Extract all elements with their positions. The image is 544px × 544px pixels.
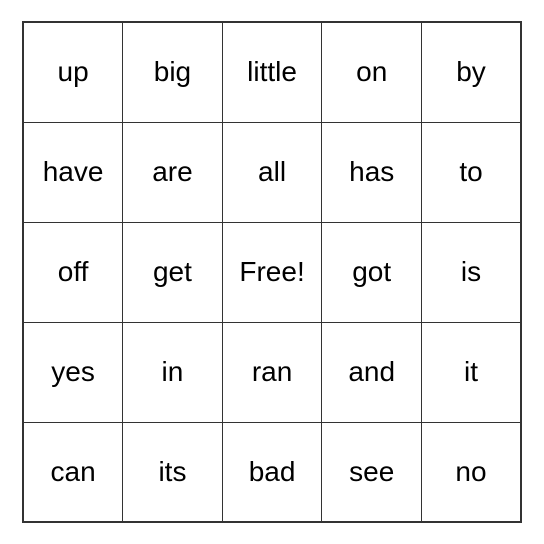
cell-1-3[interactable]: has [322, 122, 422, 222]
cell-3-4[interactable]: it [422, 322, 522, 422]
cell-0-4[interactable]: by [422, 22, 522, 122]
cell-4-4[interactable]: no [422, 422, 522, 522]
cell-2-0[interactable]: off [23, 222, 123, 322]
cell-3-1[interactable]: in [123, 322, 223, 422]
bingo-card: upbiglittleonby haveareallhasto offgetFree… [22, 21, 522, 523]
cell-0-0[interactable]: up [23, 22, 123, 122]
cell-0-3[interactable]: on [322, 22, 422, 122]
cell-3-2[interactable]: ran [222, 322, 322, 422]
cell-4-3[interactable]: see [322, 422, 422, 522]
cell-4-1[interactable]: its [123, 422, 223, 522]
cell-1-0[interactable]: have [23, 122, 123, 222]
cell-3-3[interactable]: and [322, 322, 422, 422]
cell-2-3[interactable]: got [322, 222, 422, 322]
cell-1-4[interactable]: to [422, 122, 522, 222]
cell-2-4[interactable]: is [422, 222, 522, 322]
cell-1-1[interactable]: are [123, 122, 223, 222]
cell-0-2[interactable]: little [222, 22, 322, 122]
cell-2-2[interactable]: Free! [222, 222, 322, 322]
cell-0-1[interactable]: big [123, 22, 223, 122]
cell-4-2[interactable]: bad [222, 422, 322, 522]
cell-4-0[interactable]: can [23, 422, 123, 522]
cell-3-0[interactable]: yes [23, 322, 123, 422]
cell-2-1[interactable]: get [123, 222, 223, 322]
cell-1-2[interactable]: all [222, 122, 322, 222]
